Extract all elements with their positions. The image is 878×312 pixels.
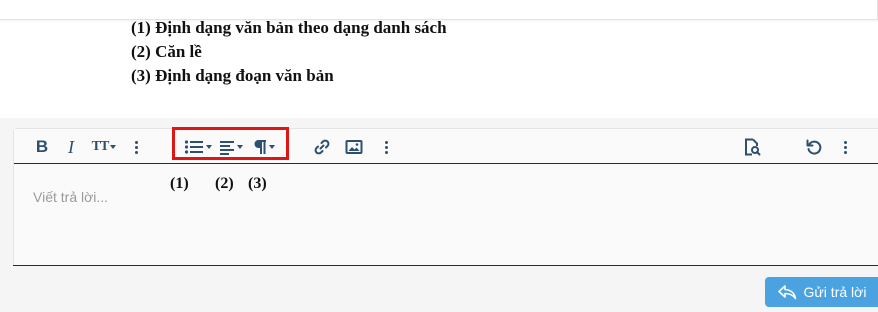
more-icon bbox=[384, 140, 388, 154]
more-icon bbox=[134, 140, 138, 154]
more-icon bbox=[843, 140, 847, 154]
text-size-icon: TT bbox=[91, 139, 110, 154]
legend: (1) Định dạng văn bản theo dạng danh sác… bbox=[131, 16, 447, 88]
italic-button[interactable]: I bbox=[64, 137, 78, 157]
chevron-down-icon bbox=[110, 145, 117, 149]
bold-button[interactable]: B bbox=[34, 137, 50, 157]
editor-toolbar: B I TT bbox=[14, 127, 878, 164]
undo-icon bbox=[806, 139, 822, 155]
reply-input[interactable]: Viết trả lời... bbox=[33, 189, 108, 205]
reply-editor: B I TT (1) (2) (3) Viết trả lời... bbox=[13, 127, 878, 266]
list-icon bbox=[184, 140, 203, 154]
legend-item-align: (2) Căn lề bbox=[131, 42, 202, 61]
preview-icon bbox=[745, 138, 761, 156]
undo-button[interactable] bbox=[804, 137, 824, 157]
legend-item-paragraph: (3) Định dạng đoạn văn bản bbox=[131, 66, 334, 85]
chevron-down-icon bbox=[237, 145, 243, 149]
reply-icon bbox=[777, 285, 796, 300]
legend-item-list: (1) Định dạng văn bản theo dạng danh sác… bbox=[131, 18, 447, 37]
submit-label: Gửi trả lời bbox=[803, 284, 867, 300]
text-size-button[interactable]: TT bbox=[88, 137, 120, 157]
more-options-button[interactable] bbox=[132, 137, 140, 157]
editor-divider bbox=[13, 265, 878, 266]
list-format-button[interactable] bbox=[184, 137, 212, 157]
link-icon bbox=[314, 139, 330, 155]
chevron-down-icon bbox=[269, 145, 275, 149]
align-button[interactable] bbox=[217, 137, 245, 157]
image-button[interactable] bbox=[344, 137, 364, 157]
align-icon bbox=[220, 141, 234, 155]
more-options-button[interactable] bbox=[382, 137, 390, 157]
link-button[interactable] bbox=[312, 137, 332, 157]
annotation-1: (1) bbox=[170, 175, 189, 192]
image-icon bbox=[345, 140, 363, 154]
preview-button[interactable] bbox=[742, 137, 762, 157]
annotation-2: (2) bbox=[215, 175, 234, 192]
italic-icon: I bbox=[68, 136, 74, 157]
paragraph-icon bbox=[254, 140, 266, 154]
bold-icon: B bbox=[35, 137, 49, 156]
submit-reply-button[interactable]: Gửi trả lời bbox=[765, 277, 878, 307]
paragraph-button[interactable] bbox=[250, 137, 278, 157]
annotation-3: (3) bbox=[248, 175, 267, 192]
more-options-button[interactable] bbox=[841, 137, 849, 157]
chevron-down-icon bbox=[206, 145, 212, 149]
